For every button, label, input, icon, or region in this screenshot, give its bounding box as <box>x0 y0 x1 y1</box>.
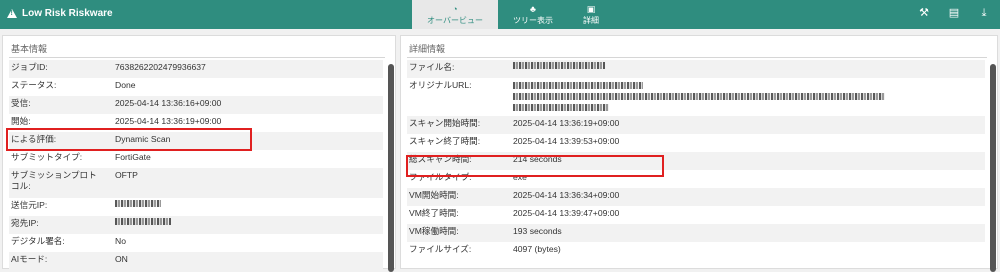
list-item: サブミットタイプ: FortiGate <box>9 150 383 168</box>
panel-title: 詳細情報 <box>409 44 446 54</box>
list-item: VM開始時間: 2025-04-14 13:36:34+09:00 <box>407 188 985 206</box>
dashboard-icon: ◔ <box>452 4 458 14</box>
tab-overview-label: オーバービュー <box>427 16 483 25</box>
basic-info-panel: 基本情報 ジョブID: 7638262202479936637 ステータス: D… <box>2 35 396 272</box>
scrollbar[interactable] <box>388 64 394 272</box>
list-item: ジョブID: 7638262202479936637 <box>9 60 383 78</box>
row-label: サブミッションプロトコル: <box>11 170 97 191</box>
detail-icon: ▣ <box>586 4 596 14</box>
redacted-value <box>513 82 643 89</box>
list-item: デジタル署名: No <box>9 234 383 252</box>
list-item: 送信元IP: <box>9 198 383 216</box>
pdf-icon[interactable]: ▤ <box>948 7 960 19</box>
row-value: No <box>115 236 126 246</box>
list-item: スキャン終了時間: 2025-04-14 13:39:53+09:00 <box>407 134 985 152</box>
view-tabs: ◔ オーバービュー ♣ ツリー表示 ▣ 詳細 <box>412 0 614 29</box>
list-item: 受信: 2025-04-14 13:36:16+09:00 <box>9 96 383 114</box>
row-value: 2025-04-14 13:36:16+09:00 <box>115 98 222 108</box>
list-item: ファイル名: <box>407 60 985 78</box>
panel-title: 基本情報 <box>11 44 48 54</box>
basic-info-list: ジョブID: 7638262202479936637 ステータス: Done 受… <box>9 60 383 270</box>
row-label: 受信: <box>11 98 31 108</box>
tab-detail-label: 詳細 <box>583 16 599 25</box>
scrollbar-thumb[interactable] <box>990 64 996 272</box>
list-item: 宛先IP: <box>9 216 383 234</box>
row-label: AIモード: <box>11 254 48 264</box>
list-item: ステータス: Done <box>9 78 383 96</box>
redacted-value <box>115 218 171 225</box>
list-item: サブミッションプロトコル: OFTP <box>9 168 383 198</box>
row-label: 宛先IP: <box>11 218 39 228</box>
row-label: サブミットタイプ: <box>11 152 83 162</box>
row-label: ファイル名: <box>409 62 455 72</box>
tab-detail[interactable]: ▣ 詳細 <box>568 0 614 29</box>
row-label: ステータス: <box>11 80 57 90</box>
row-label: オリジナルURL: <box>409 80 472 90</box>
highlight-box <box>406 155 664 177</box>
row-label: 開始: <box>11 116 31 126</box>
redacted-value <box>513 104 609 111</box>
highlight-box <box>6 128 252 151</box>
hammer-icon[interactable]: ⚒ <box>918 7 930 19</box>
row-label: デジタル署名: <box>11 236 65 246</box>
row-label: 送信元IP: <box>11 200 48 210</box>
tree-icon: ♣ <box>530 4 536 14</box>
tab-tree[interactable]: ♣ ツリー表示 <box>498 0 568 29</box>
redacted-value <box>513 62 605 69</box>
tab-tree-label: ツリー表示 <box>513 16 553 25</box>
row-label: スキャン開始時間: <box>409 118 481 128</box>
toolbar-icons: ⚒ ▤ ⤓ <box>918 7 990 19</box>
scrollbar[interactable] <box>990 64 996 272</box>
list-item: ファイルサイズ: 4097 (bytes) <box>407 242 985 260</box>
warning-icon <box>7 9 17 18</box>
row-value: Done <box>115 80 136 90</box>
app-title-text: Low Risk Riskware <box>22 8 113 19</box>
row-value: 2025-04-14 13:39:53+09:00 <box>513 136 620 146</box>
divider <box>407 57 987 58</box>
list-item: VM稼働時間: 193 seconds <box>407 224 985 242</box>
scrollbar-thumb[interactable] <box>388 64 394 272</box>
tab-overview[interactable]: ◔ オーバービュー <box>412 0 498 29</box>
row-value: 2025-04-14 13:36:34+09:00 <box>513 190 620 200</box>
row-label: スキャン終了時間: <box>409 136 481 146</box>
row-label: VM終了時間: <box>409 208 459 218</box>
row-label: VM開始時間: <box>409 190 459 200</box>
row-value: 2025-04-14 13:39:47+09:00 <box>513 208 620 218</box>
redacted-url <box>513 80 885 111</box>
list-item: VM終了時間: 2025-04-14 13:39:47+09:00 <box>407 206 985 224</box>
detail-info-panel: 詳細情報 ファイル名: オリジナルURL: スキャン開始時間: 2025-04-… <box>400 35 998 272</box>
row-value: FortiGate <box>115 152 151 162</box>
row-value: 193 seconds <box>513 226 562 236</box>
redacted-value <box>115 200 161 207</box>
list-item: AIモード: ON <box>9 252 383 270</box>
row-label: ジョブID: <box>11 62 48 72</box>
row-value: OFTP <box>115 170 138 180</box>
row-label: ファイルサイズ: <box>409 244 472 254</box>
row-value: 2025-04-14 13:36:19+09:00 <box>115 116 222 126</box>
row-value: 2025-04-14 13:36:19+09:00 <box>513 118 620 128</box>
row-value: ON <box>115 254 128 264</box>
row-label: VM稼働時間: <box>409 226 459 236</box>
download-icon[interactable]: ⤓ <box>978 7 990 19</box>
list-item: オリジナルURL: <box>407 78 985 116</box>
redacted-value <box>513 93 885 100</box>
row-value: 4097 (bytes) <box>513 244 561 254</box>
row-value: 7638262202479936637 <box>115 62 206 72</box>
list-item: スキャン開始時間: 2025-04-14 13:36:19+09:00 <box>407 116 985 134</box>
app-title: Low Risk Riskware <box>7 8 113 19</box>
divider <box>9 57 385 58</box>
top-bar: Low Risk Riskware ◔ オーバービュー ♣ ツリー表示 ▣ 詳細… <box>0 0 1000 29</box>
